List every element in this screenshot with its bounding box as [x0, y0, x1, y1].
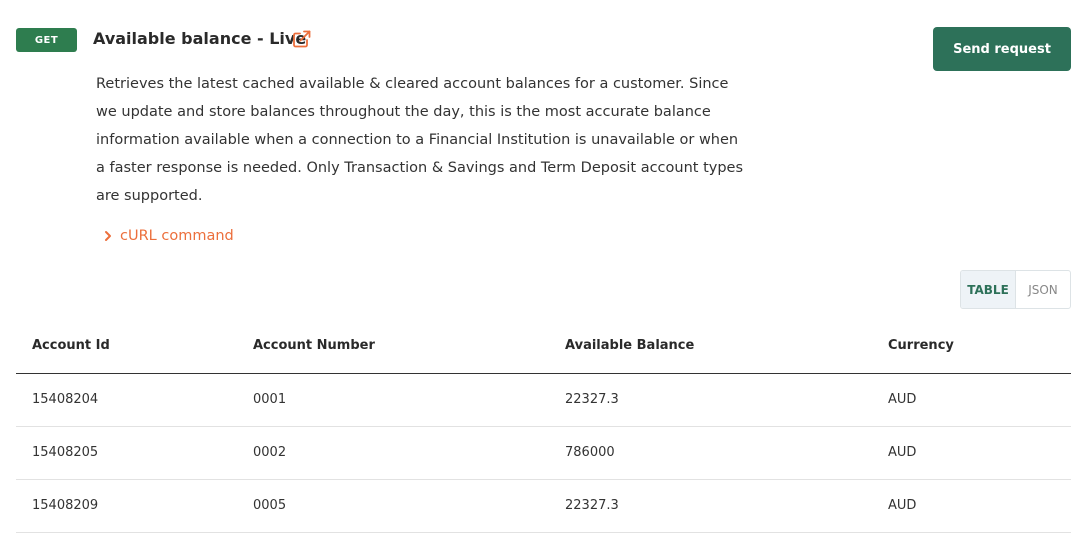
endpoint-description: Retrieves the latest cached available & …: [96, 76, 744, 204]
external-link-icon[interactable]: [292, 29, 312, 49]
account-id-cell: 15408204: [16, 373, 237, 427]
column-header-currency: Currency: [872, 318, 1071, 374]
method-badge: GET: [16, 28, 77, 52]
account-id-cell: 15408205: [16, 426, 237, 480]
account-number-cell: 0002: [237, 426, 549, 480]
available-balance-cell: 786000: [549, 426, 872, 480]
send-request-button[interactable]: Send request: [933, 27, 1071, 71]
available-balance-cell: 22327.3: [549, 373, 872, 427]
column-header-available-balance: Available Balance: [549, 318, 872, 374]
account-number-cell: 0001: [237, 373, 549, 427]
account-number-cell: 0005: [237, 479, 549, 533]
table-header-row: Account Id Account Number Available Bala…: [16, 318, 1071, 374]
table-row: 15408209 0005 22327.3 AUD: [16, 479, 1071, 533]
currency-cell: AUD: [872, 426, 1071, 480]
balances-table: Account Id Account Number Available Bala…: [16, 318, 1071, 533]
tab-json[interactable]: JSON: [1016, 271, 1070, 308]
currency-cell: AUD: [872, 479, 1071, 533]
column-header-account-number: Account Number: [237, 318, 549, 374]
curl-command-toggle[interactable]: cURL command: [102, 228, 234, 244]
table-row: 15408204 0001 22327.3 AUD: [16, 373, 1071, 427]
endpoint-title: Available balance - Live: [93, 29, 307, 48]
view-toggle: TABLE JSON: [960, 270, 1071, 309]
curl-command-label: cURL command: [120, 228, 234, 244]
account-id-cell: 15408209: [16, 479, 237, 533]
available-balance-cell: 22327.3: [549, 479, 872, 533]
table-row: 15408205 0002 786000 AUD: [16, 426, 1071, 480]
column-header-account-id: Account Id: [16, 318, 237, 374]
chevron-right-icon: [105, 231, 111, 241]
tab-table[interactable]: TABLE: [961, 271, 1016, 308]
currency-cell: AUD: [872, 373, 1071, 427]
